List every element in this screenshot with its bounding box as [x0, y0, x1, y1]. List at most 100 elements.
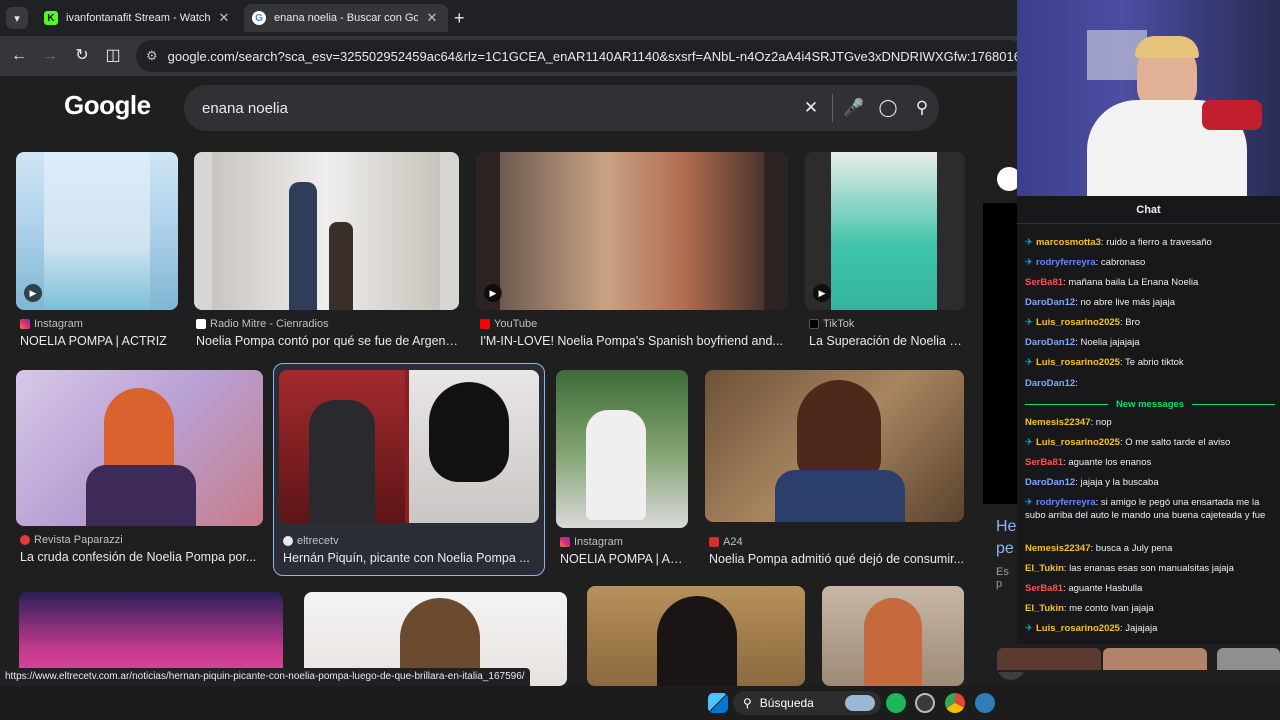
play-icon: ▶: [813, 284, 831, 302]
chat-message: ✈ Luis_rosarino2025: Te abrio tiktok: [1025, 356, 1277, 369]
chat-username[interactable]: DaroDan12: [1025, 477, 1075, 488]
side-panel-icon[interactable]: ◫: [103, 46, 123, 66]
result-caption[interactable]: La Superación de Noelia Pompa: [809, 334, 963, 348]
tab-search-dropdown[interactable]: ▾: [6, 7, 28, 29]
result-thumbnail[interactable]: [279, 370, 539, 523]
image-result[interactable]: Instagram NOELIA POMPA | ACTRIZ: [556, 370, 690, 572]
result-caption[interactable]: NOELIA POMPA | ACTRIZ: [20, 334, 175, 348]
chat-message: DaroDan12: no abre live más jajaja: [1025, 296, 1277, 309]
search-input[interactable]: enana noelia: [202, 100, 794, 117]
tab-stream[interactable]: K ivanfontanafit Stream - Watch Live ✕: [36, 4, 240, 32]
tab-title: ivanfontanafit Stream - Watch Live: [66, 12, 210, 24]
chat-username[interactable]: Nemesis22347: [1025, 417, 1091, 428]
result-thumbnail[interactable]: ▶: [476, 152, 788, 310]
result-thumbnail[interactable]: [705, 370, 964, 522]
image-result[interactable]: ▶ TikTok La Superación de Noelia Pompa: [805, 152, 965, 354]
chat-username[interactable]: marcosmotta3: [1036, 237, 1101, 248]
reload-icon[interactable]: ↻: [72, 46, 92, 66]
chat-username[interactable]: SerBa81: [1025, 457, 1063, 468]
chat-username[interactable]: El_Tukin: [1025, 603, 1064, 614]
windows-start-icon[interactable]: [708, 693, 728, 713]
tab-strip: ▾ K ivanfontanafit Stream - Watch Live ✕…: [0, 0, 1017, 36]
chat-username[interactable]: DaroDan12: [1025, 378, 1075, 389]
tab-google-search[interactable]: G enana noelia - Buscar con Google ✕: [244, 4, 448, 32]
chat-username[interactable]: rodryferreyra: [1036, 257, 1096, 268]
source-label: A24: [723, 536, 743, 548]
spotify-icon[interactable]: [886, 693, 906, 713]
panel-subtitle[interactable]: pe: [996, 540, 1014, 558]
result-thumbnail[interactable]: [587, 586, 805, 686]
chat-username[interactable]: rodryferreyra: [1036, 497, 1096, 508]
chat-username[interactable]: DaroDan12: [1025, 337, 1075, 348]
play-icon: ▶: [484, 284, 502, 302]
search-icon[interactable]: ⚲: [905, 98, 939, 118]
chat-message: Nemesis22347: busca a July pena: [1025, 542, 1277, 555]
microphone-icon[interactable]: 🎤: [837, 98, 871, 118]
image-result[interactable]: ▶ YouTube I'M-IN-LOVE! Noelia Pompa's Sp…: [476, 152, 788, 354]
chat-username[interactable]: El_Tukin: [1025, 563, 1064, 574]
result-thumbnail[interactable]: [556, 370, 688, 528]
back-icon[interactable]: ←: [9, 46, 29, 66]
lens-icon[interactable]: ◯: [871, 98, 905, 118]
result-thumbnail[interactable]: [194, 152, 459, 310]
chat-text: me conto Ivan jajaja: [1069, 603, 1154, 614]
chat-username[interactable]: Luis_rosarino2025: [1036, 437, 1120, 448]
chat-text: Jajajaja: [1125, 623, 1158, 634]
chat-title: Chat: [1017, 196, 1280, 224]
image-result[interactable]: ▶ Instagram NOELIA POMPA | ACTRIZ: [16, 152, 178, 354]
result-thumbnail[interactable]: [822, 586, 964, 686]
google-icon: G: [252, 11, 266, 25]
image-result-hovered[interactable]: eltrecetv Hernán Piquín, picante con Noe…: [273, 363, 545, 576]
result-thumbnail[interactable]: [16, 370, 263, 526]
chat-text: nop: [1095, 417, 1112, 428]
search-icon: ⚲: [743, 696, 752, 710]
chat-username[interactable]: Nemesis22347: [1025, 543, 1091, 554]
google-results-page: Google enana noelia ✕ 🎤 ◯ ⚲ ▶ Instagram …: [0, 76, 1017, 686]
address-bar[interactable]: ⚙ google.com/search?sca_esv=325502952459…: [136, 40, 1026, 72]
chat-username[interactable]: SerBa81: [1025, 583, 1063, 594]
result-caption[interactable]: Hernán Piquín, picante con Noelia Pompa …: [283, 551, 539, 565]
close-icon[interactable]: ✕: [424, 10, 440, 26]
chat-message: ✈ Luis_rosarino2025: Jajajaja: [1025, 622, 1277, 635]
result-thumbnail[interactable]: ▶: [805, 152, 965, 310]
chat-message: El_Tukin: me conto Ivan jajaja: [1025, 602, 1277, 615]
chat-message: DaroDan12: Noelia jajajaja: [1025, 336, 1277, 349]
new-tab-button[interactable]: +: [454, 8, 465, 29]
knowledge-panel-image[interactable]: [983, 203, 1017, 504]
clear-icon[interactable]: ✕: [794, 98, 828, 118]
weather-icon[interactable]: [845, 695, 875, 711]
radio-mitre-icon: [196, 319, 206, 329]
close-icon[interactable]: ✕: [216, 10, 232, 26]
instagram-icon: [20, 319, 30, 329]
chat-username[interactable]: SerBa81: [1025, 277, 1063, 288]
google-logo[interactable]: Google: [64, 90, 151, 121]
result-caption[interactable]: La cruda confesión de Noelia Pompa por..…: [20, 550, 264, 564]
panel-title[interactable]: He: [996, 518, 1016, 536]
result-caption[interactable]: Noelia Pompa admitió qué dejó de consumi…: [709, 552, 964, 566]
forward-icon[interactable]: →: [40, 46, 60, 66]
chrome-icon[interactable]: [945, 693, 965, 713]
result-caption[interactable]: I'M-IN-LOVE! Noelia Pompa's Spanish boyf…: [480, 334, 785, 348]
chat-message: SerBa81: mañana baila La Enana Noelia: [1025, 276, 1277, 289]
windows-taskbar: ⚲ Búsqueda: [0, 686, 1280, 720]
chat-username[interactable]: Luis_rosarino2025: [1036, 317, 1120, 328]
app-icon[interactable]: [915, 693, 935, 713]
site-info-icon[interactable]: ⚙: [146, 48, 158, 64]
search-box[interactable]: enana noelia ✕ 🎤 ◯ ⚲: [184, 85, 939, 131]
chat-username[interactable]: Luis_rosarino2025: [1036, 623, 1120, 634]
chat-message: Nemesis22347: nop: [1025, 416, 1277, 429]
image-result[interactable]: Revista Paparazzi La cruda confesión de …: [16, 370, 264, 572]
chat-username[interactable]: DaroDan12: [1025, 297, 1075, 308]
image-result[interactable]: Radio Mitre - Cienradios Noelia Pompa co…: [194, 152, 459, 354]
result-caption[interactable]: NOELIA POMPA | ACTRIZ: [560, 552, 686, 566]
chat-message: ✈ Luis_rosarino2025: Bro: [1025, 316, 1277, 329]
globe-icon[interactable]: [975, 693, 995, 713]
play-icon: ▶: [24, 284, 42, 302]
result-thumbnail[interactable]: ▶: [16, 152, 178, 310]
panel-avatar[interactable]: [997, 167, 1017, 191]
source-label: Radio Mitre - Cienradios: [210, 318, 329, 330]
image-result[interactable]: A24 Noelia Pompa admitió qué dejó de con…: [705, 370, 965, 572]
source-label: Revista Paparazzi: [34, 534, 123, 546]
chat-username[interactable]: Luis_rosarino2025: [1036, 357, 1120, 368]
result-caption[interactable]: Noelia Pompa contó por qué se fue de Arg…: [196, 334, 458, 348]
